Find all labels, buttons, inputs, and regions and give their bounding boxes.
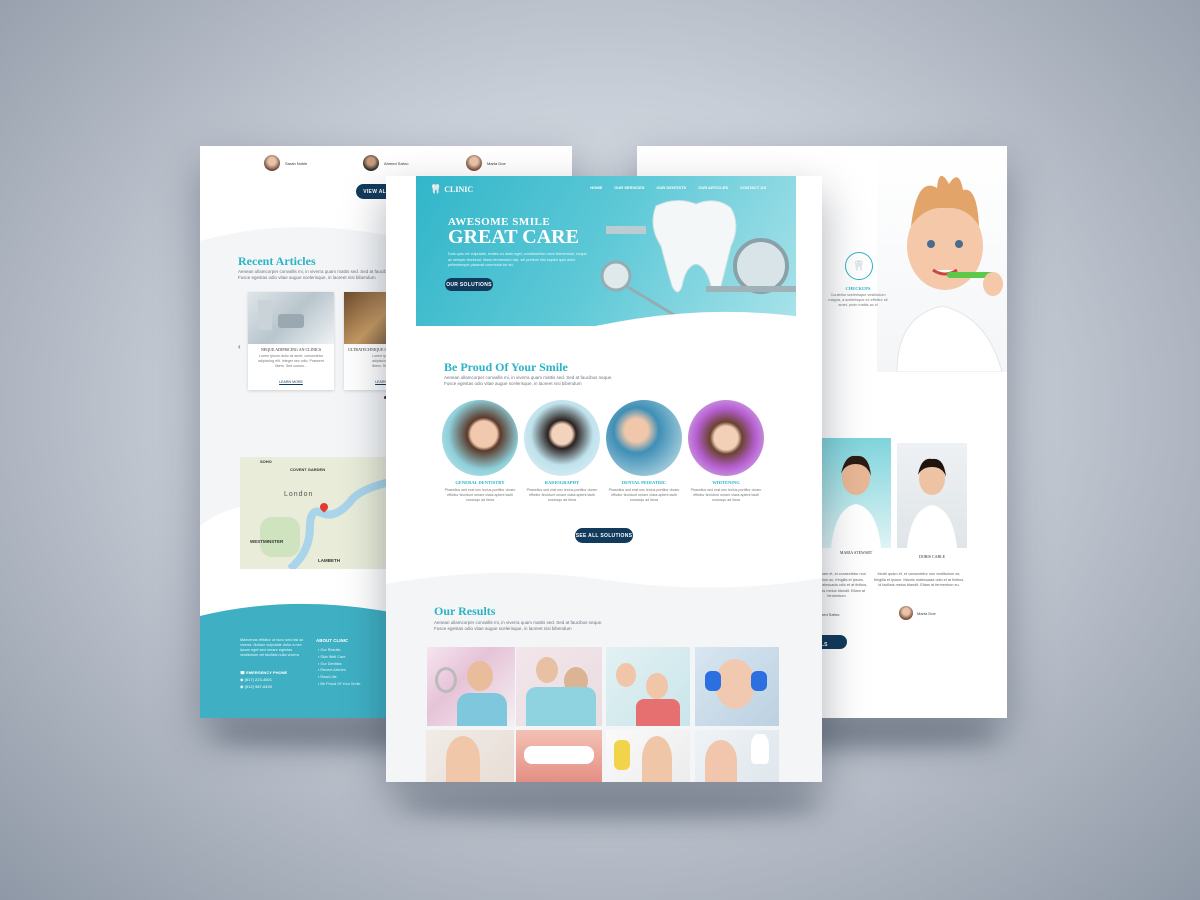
service-image-whitening [688,400,764,476]
result-photo [695,730,779,782]
proud-smile-title: Be Proud Of Your Smile [444,360,568,374]
service-text: Phasellus sed erat nec lectus porttitor … [526,488,598,502]
service-image-radiography [524,400,600,476]
service-title: RADIOGRAPHY [544,480,580,485]
main-nav: HOME OUR SERVICES OUR DENTISTS OUR ARTIC… [590,185,766,190]
article-title: NEQUE ADIPISCING AN CLINICS [260,347,322,352]
hero-banner: 🦷 CLINIC HOME OUR SERVICES OUR DENTISTS … [416,176,796,326]
tooth-icon: 🦷 [845,252,873,280]
result-photo [606,730,690,782]
river-thames [287,475,404,569]
dentist-photo [821,438,891,548]
testimonial-person: Ahmed Sahro [363,155,408,171]
boy-illustration [896,175,1003,372]
tooth-logo-icon: 🦷 [430,184,442,194]
about-clinic-title: ABOUT CLINIC [316,638,349,643]
testimonial-person: Sarah Noble [264,155,307,171]
map-label-westminster: WESTMINSTER [250,539,284,544]
location-map[interactable]: SOHO COVENT GARDEN London WESTMINSTER LA… [240,457,404,569]
service-image-general-dentistry [442,400,518,476]
recent-articles-title: Recent Articles [238,254,316,268]
result-photo [426,730,514,782]
footer-link[interactable]: ▪ Be Proud Of Your Smile [318,681,361,688]
footer-about-text: Maecenas efficitur ut nunc sed nisi ac v… [240,638,304,657]
carousel-prev-icon[interactable]: ‹ [238,342,241,351]
hero-text: Duis quis vel vulputate, erates eu diam … [448,252,587,267]
nav-dentists[interactable]: OUR DENTISTS [656,185,686,190]
result-photo [427,647,515,726]
checkups-text: Curabitur scelerisque vestibulum magna, … [828,293,888,307]
article-excerpt: Lorem ipsum dolor sit amet, consectetur … [258,354,324,368]
dentist-photo [897,443,967,548]
service-text: Phasellus sed erat nec lectus porttitor … [444,488,516,502]
avatar [899,606,913,620]
result-photo [606,647,690,726]
child-brushing-teeth-photo [877,146,1007,372]
learn-more-link[interactable]: LEARN MORE [248,380,334,384]
dentist-name: DORIS CABLE [918,554,946,559]
service-image-dental-pediatric [606,400,682,476]
hero-title: GREAT CARE [448,226,579,248]
nav-articles[interactable]: OUR ARTICLES [698,185,728,190]
result-photo [516,730,602,782]
footer-link[interactable]: ▪ Our Results [318,647,361,654]
testimonial-name: Ahmed Sahro [384,160,409,166]
nav-home[interactable]: HOME [590,185,602,190]
map-label-covent-garden: COVENT GARDEN [290,467,326,472]
map-label-london: London [284,491,314,498]
map-label-lambeth: LAMBETH [318,558,340,563]
footer-link[interactable]: ▪ Recent Articles [318,667,361,674]
service-text: Phasellus sed erat nec lectus porttitor … [608,488,680,502]
article-card[interactable]: NEQUE ADIPISCING AN CLINICS Lorem ipsum … [248,292,334,390]
service-text: Phasellus sed erat nec lectus porttitor … [690,488,762,502]
avatar [466,155,482,171]
testimonial-person: Marta Doe [466,155,506,171]
logo[interactable]: 🦷 CLINIC [430,184,473,195]
avatar [264,155,280,171]
our-results-title: Our Results [434,604,496,618]
testimonial-text: Morbi quam et, et consectetur non vestib… [873,572,965,587]
checkups-title: CHECKUPS [845,286,871,291]
testimonial-name: Sarah Noble [285,160,308,166]
map-label-soho: SOHO [260,459,272,464]
result-photo [695,647,779,726]
footer-link[interactable]: ▪ Skin Well Care [318,654,361,661]
testimonial-person: Marta Doe [899,606,936,620]
service-title: WHITENING [712,480,740,485]
tooth-and-mirror-illustration [600,200,796,318]
nav-services[interactable]: OUR SERVICES [614,185,644,190]
avatar [363,155,379,171]
article-image [248,292,334,344]
emergency-phone-label: ☎ EMERGENCY PHONE [240,670,288,675]
phone-number: ◉ (617) 223-4501 [240,677,272,682]
testimonial-name: Marta Doe [487,160,506,166]
our-solutions-button[interactable]: OUR SOLUTIONS [445,278,493,291]
proud-smile-text: Aenean ullamcorper convallis mi, in vive… [444,375,613,386]
dentist-name: MARIA STEWART [839,550,873,555]
center-page-mockup: 🦷 CLINIC HOME OUR SERVICES OUR DENTISTS … [386,176,822,782]
footer-link[interactable]: ▪ Read Life [318,674,361,681]
see-all-solutions-button[interactable]: SEE ALL SOLUTIONS [575,528,633,543]
nav-contact[interactable]: CONTACT US [740,185,766,190]
result-photo [516,647,602,726]
footer-link[interactable]: ▪ Our Dentists [318,661,361,668]
service-title: DENTAL PEDIATRIC [621,480,667,485]
our-results-text: Aenean ullamcorper convallis mi, in vive… [434,620,603,631]
service-title: GENERAL DENTISTRY [455,480,505,485]
footer-links: ▪ Our Results ▪ Skin Well Care ▪ Our Den… [318,647,361,688]
hero-wave [386,311,822,346]
phone-number: ◉ (512) 987-6490 [240,684,272,689]
